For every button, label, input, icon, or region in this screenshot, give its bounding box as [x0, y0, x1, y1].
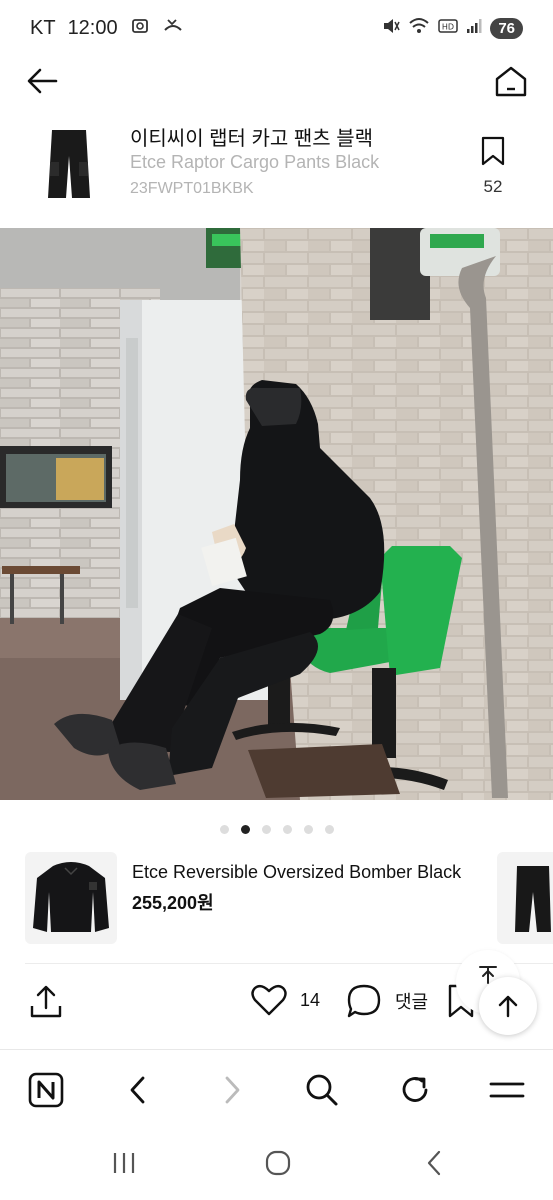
- home-circle-icon: [265, 1150, 291, 1176]
- arrow-left-icon: [27, 68, 58, 94]
- forward-icon: [225, 1076, 240, 1104]
- carousel-dot[interactable]: [219, 824, 229, 834]
- naver-n-icon: [28, 1072, 64, 1108]
- comment-icon: [347, 984, 381, 1018]
- carousel-dot[interactable]: [303, 824, 313, 834]
- hd-icon: HD: [438, 18, 459, 39]
- related-product-price: 255,200원: [132, 893, 214, 913]
- carousel-dot[interactable]: [282, 824, 292, 834]
- bookmark-count: 52: [483, 177, 503, 196]
- share-icon: [30, 985, 62, 1018]
- system-back-button[interactable]: [414, 1148, 454, 1178]
- home-button[interactable]: [491, 62, 531, 102]
- naver-home-button[interactable]: [26, 1070, 66, 1110]
- mute-icon: [382, 17, 400, 40]
- share-button[interactable]: [26, 982, 66, 1022]
- svg-text:HD: HD: [442, 22, 454, 31]
- product-code: 23FWPT01BKBK: [130, 180, 254, 197]
- home-icon: [495, 66, 527, 97]
- recents-icon: [113, 1153, 135, 1173]
- clock: 12:00: [67, 16, 118, 39]
- battery-level: 76: [490, 17, 523, 39]
- back-icon: [130, 1076, 145, 1104]
- comment-button[interactable]: 댓글: [345, 982, 428, 1020]
- status-bar: KT 12:00 HD 76: [0, 0, 553, 56]
- bookmark-button[interactable]: 52: [473, 136, 513, 197]
- call-missed-icon: [162, 16, 184, 41]
- scroll-to-top-button[interactable]: [479, 977, 537, 1035]
- back-button[interactable]: [22, 62, 62, 102]
- heart-icon: [251, 984, 287, 1016]
- browser-back-button[interactable]: [118, 1070, 158, 1110]
- related-product-thumbnail[interactable]: [25, 852, 117, 944]
- system-navigation-bar: [0, 1130, 553, 1200]
- signal-icon: [466, 18, 482, 39]
- related-product-card[interactable]: Etce Reversible Oversized Bomber Black 2…: [0, 852, 553, 948]
- menu-icon: [489, 1082, 525, 1098]
- system-home-button[interactable]: [258, 1148, 298, 1178]
- browser-forward-button[interactable]: [212, 1070, 252, 1110]
- related-product-name: Etce Reversible Oversized Bomber Black: [132, 862, 462, 882]
- browser-toolbar: [0, 1049, 553, 1129]
- next-product-thumbnail[interactable]: [497, 852, 553, 944]
- browser-menu-button[interactable]: [487, 1070, 527, 1110]
- search-icon: [306, 1074, 338, 1106]
- refresh-icon: [402, 1077, 428, 1102]
- browser-refresh-button[interactable]: [395, 1070, 435, 1110]
- arrow-up-icon: [498, 995, 518, 1018]
- carousel-dot[interactable]: [324, 824, 334, 834]
- like-button[interactable]: 14: [250, 982, 320, 1018]
- screenshot-icon: [130, 16, 150, 41]
- product-thumbnail[interactable]: [44, 128, 94, 200]
- carousel-dots[interactable]: [0, 822, 553, 836]
- comment-label: 댓글: [395, 992, 429, 1012]
- product-info[interactable]: 이티씨이 랩터 카고 팬츠 블랙 Etce Raptor Cargo Pants…: [0, 108, 553, 226]
- back-chevron-icon: [427, 1150, 441, 1176]
- recents-button[interactable]: [104, 1148, 144, 1178]
- browser-search-button[interactable]: [302, 1070, 342, 1110]
- product-photo[interactable]: [0, 228, 553, 800]
- app-header: [0, 56, 553, 106]
- wifi-icon: [408, 17, 430, 40]
- product-title: 이티씨이 랩터 카고 팬츠 블랙: [130, 128, 374, 150]
- bookmark-icon: [481, 136, 505, 166]
- product-english-title: Etce Raptor Cargo Pants Black: [130, 152, 380, 172]
- carousel-dot[interactable]: [261, 824, 271, 834]
- like-count: 14: [300, 989, 321, 1010]
- carousel-dot[interactable]: [240, 824, 250, 834]
- carrier-label: KT: [30, 16, 56, 39]
